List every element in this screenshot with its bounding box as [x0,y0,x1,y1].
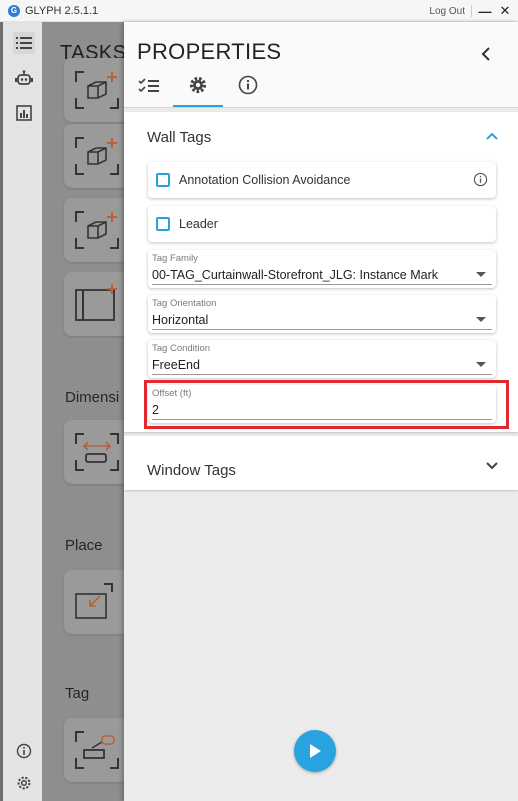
settings-icon[interactable] [13,772,35,794]
task-card-dimension[interactable] [64,420,124,484]
dropdown-caret-icon [476,317,486,322]
tab-checklist[interactable] [134,72,164,98]
tab-info[interactable] [233,72,263,98]
wall-tags-header[interactable]: Wall Tags [147,129,211,146]
dropdown-caret-icon [476,272,486,277]
tab-settings[interactable] [183,72,213,98]
logout-link[interactable]: Log Out [429,6,465,17]
properties-header: PROPERTIES [124,22,518,108]
play-icon [310,744,321,758]
list-icon[interactable] [13,32,35,54]
annotation-collision-avoidance-checkbox[interactable]: Annotation Collision Avoidance [148,162,496,198]
task-card-sheet[interactable] [64,272,124,336]
chart-icon[interactable] [13,102,35,124]
task-card-wall-tag-1[interactable] [64,58,124,122]
sidebar [0,22,42,801]
checkbox-box[interactable] [156,217,170,231]
tasks-panel: TASKS Dimensi Place Tag [42,22,124,801]
tag-condition-value: FreeEnd [152,358,200,372]
tag-family-select[interactable]: Tag Family 00-TAG_Curtainwall-Storefront… [148,250,496,288]
title-bar: G GLYPH 2.5.1.1 Log Out — ✕ [0,0,518,22]
tag-orientation-select[interactable]: Tag Orientation Horizontal [148,295,496,333]
app-title: GLYPH 2.5.1.1 [25,4,99,17]
gear-icon [189,76,207,94]
chevron-up-icon[interactable] [484,128,500,144]
wall-tags-section: Wall Tags Annotation Collision Avoidance… [124,112,518,432]
window-tags-section[interactable]: Window Tags [124,436,518,490]
section-label-dimensions: Dimensi [65,389,120,406]
minimize-button[interactable]: — [478,4,492,19]
tag-orientation-label: Tag Orientation [152,298,217,309]
chevron-left-icon [481,47,490,61]
checklist-icon [138,78,159,93]
tag-orientation-value: Horizontal [152,313,209,327]
info-icon[interactable] [13,740,35,762]
close-button[interactable]: ✕ [498,3,512,19]
info-icon[interactable] [473,172,488,187]
window-tags-header[interactable]: Window Tags [147,462,236,479]
section-label-tag: Tag [65,685,90,702]
offset-input[interactable]: Offset (ft) 2 [148,385,496,423]
checkbox-box[interactable] [156,173,170,187]
properties-panel: PROPERTIES Wall Tags Annotation Collisio… [124,22,518,801]
collapse-panel-button[interactable] [476,42,496,66]
leader-label: Leader [179,217,218,231]
chevron-down-icon[interactable] [484,458,500,474]
dropdown-caret-icon [476,362,486,367]
info-circle-icon [238,75,258,95]
task-card-wall-tag-3[interactable] [64,198,124,262]
task-card-tag[interactable] [64,718,124,782]
tag-condition-label: Tag Condition [152,343,211,354]
task-card-place[interactable] [64,570,124,634]
robot-icon[interactable] [13,67,35,89]
section-label-place: Place [65,537,103,554]
properties-title: PROPERTIES [137,39,282,64]
active-tab-indicator [173,105,223,107]
task-card-wall-tag-2[interactable] [64,124,124,188]
tag-family-value: 00-TAG_Curtainwall-Storefront_JLG: Insta… [152,268,438,282]
offset-label: Offset (ft) [152,388,192,399]
app-logo-icon: G [8,4,20,17]
run-button[interactable] [294,730,336,772]
leader-checkbox[interactable]: Leader [148,206,496,242]
tag-condition-select[interactable]: Tag Condition FreeEnd [148,340,496,378]
divider [471,5,472,17]
tag-family-label: Tag Family [152,253,198,264]
annotation-collision-label: Annotation Collision Avoidance [179,173,351,187]
offset-value[interactable]: 2 [152,403,159,417]
